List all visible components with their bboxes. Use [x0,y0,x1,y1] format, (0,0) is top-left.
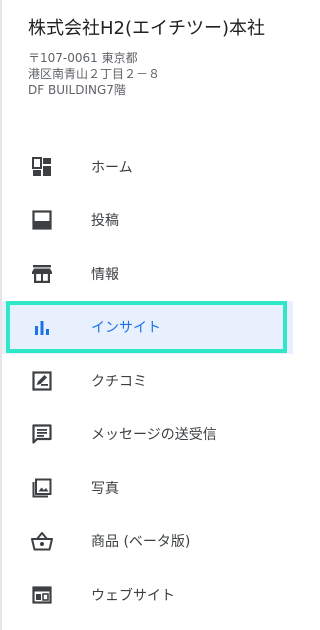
address-line-1: 〒107-0061 東京都 [28,51,138,65]
sidebar-item-label: ホーム [91,159,133,176]
sidebar-item-label: 商品 (ベータ版) [91,534,191,551]
basket-icon [30,529,54,553]
sidebar-item-info[interactable]: 情報 [2,247,293,301]
sidebar-panel: 株式会社H2(エイチツー)本社 〒107-0061 東京都 港区南青山２丁目２－… [0,0,293,630]
sidebar-item-label: クチコミ [91,373,147,390]
sidebar-item-messages[interactable]: メッセージの送受信 [2,408,293,462]
store-icon [30,262,54,286]
sidebar-item-home[interactable]: ホーム [2,140,293,194]
business-address: 〒107-0061 東京都 港区南青山２丁目２－８ DF BUILDING7階 [28,50,283,98]
sidebar-item-label: メッセージの送受信 [91,427,217,444]
sidebar-item-label: インサイト [91,320,161,337]
sidebar-item-label: ウェブサイト [91,587,175,604]
sidebar-item-label: 情報 [91,266,119,283]
address-line-3: DF BUILDING7階 [28,83,126,97]
sidebar-item-label: 写真 [91,480,119,497]
sidebar-item-reviews[interactable]: クチコミ [2,354,293,408]
website-icon [30,583,54,607]
business-header: 株式会社H2(エイチツー)本社 〒107-0061 東京都 港区南青山２丁目２－… [28,18,283,98]
bar-chart-icon [30,315,54,339]
sidebar-item-label: 投稿 [91,213,119,230]
sidebar-item-photos[interactable]: 写真 [2,461,293,515]
message-icon [30,422,54,446]
sidebar-nav: ホーム 投稿 情報 インサイト クチコミ メッセージの送受信 写真 商品 (ベー… [2,140,293,622]
dashboard-icon [30,155,54,179]
photo-icon [30,476,54,500]
sidebar-item-posts[interactable]: 投稿 [2,194,293,248]
address-line-2: 港区南青山２丁目２－８ [28,67,161,81]
sidebar-item-website[interactable]: ウェブサイト [2,568,293,622]
sidebar-item-products[interactable]: 商品 (ベータ版) [2,515,293,569]
business-name: 株式会社H2(エイチツー)本社 [28,18,266,39]
review-icon [30,369,54,393]
posts-icon [30,208,54,232]
sidebar-item-insights[interactable]: インサイト [2,300,293,354]
